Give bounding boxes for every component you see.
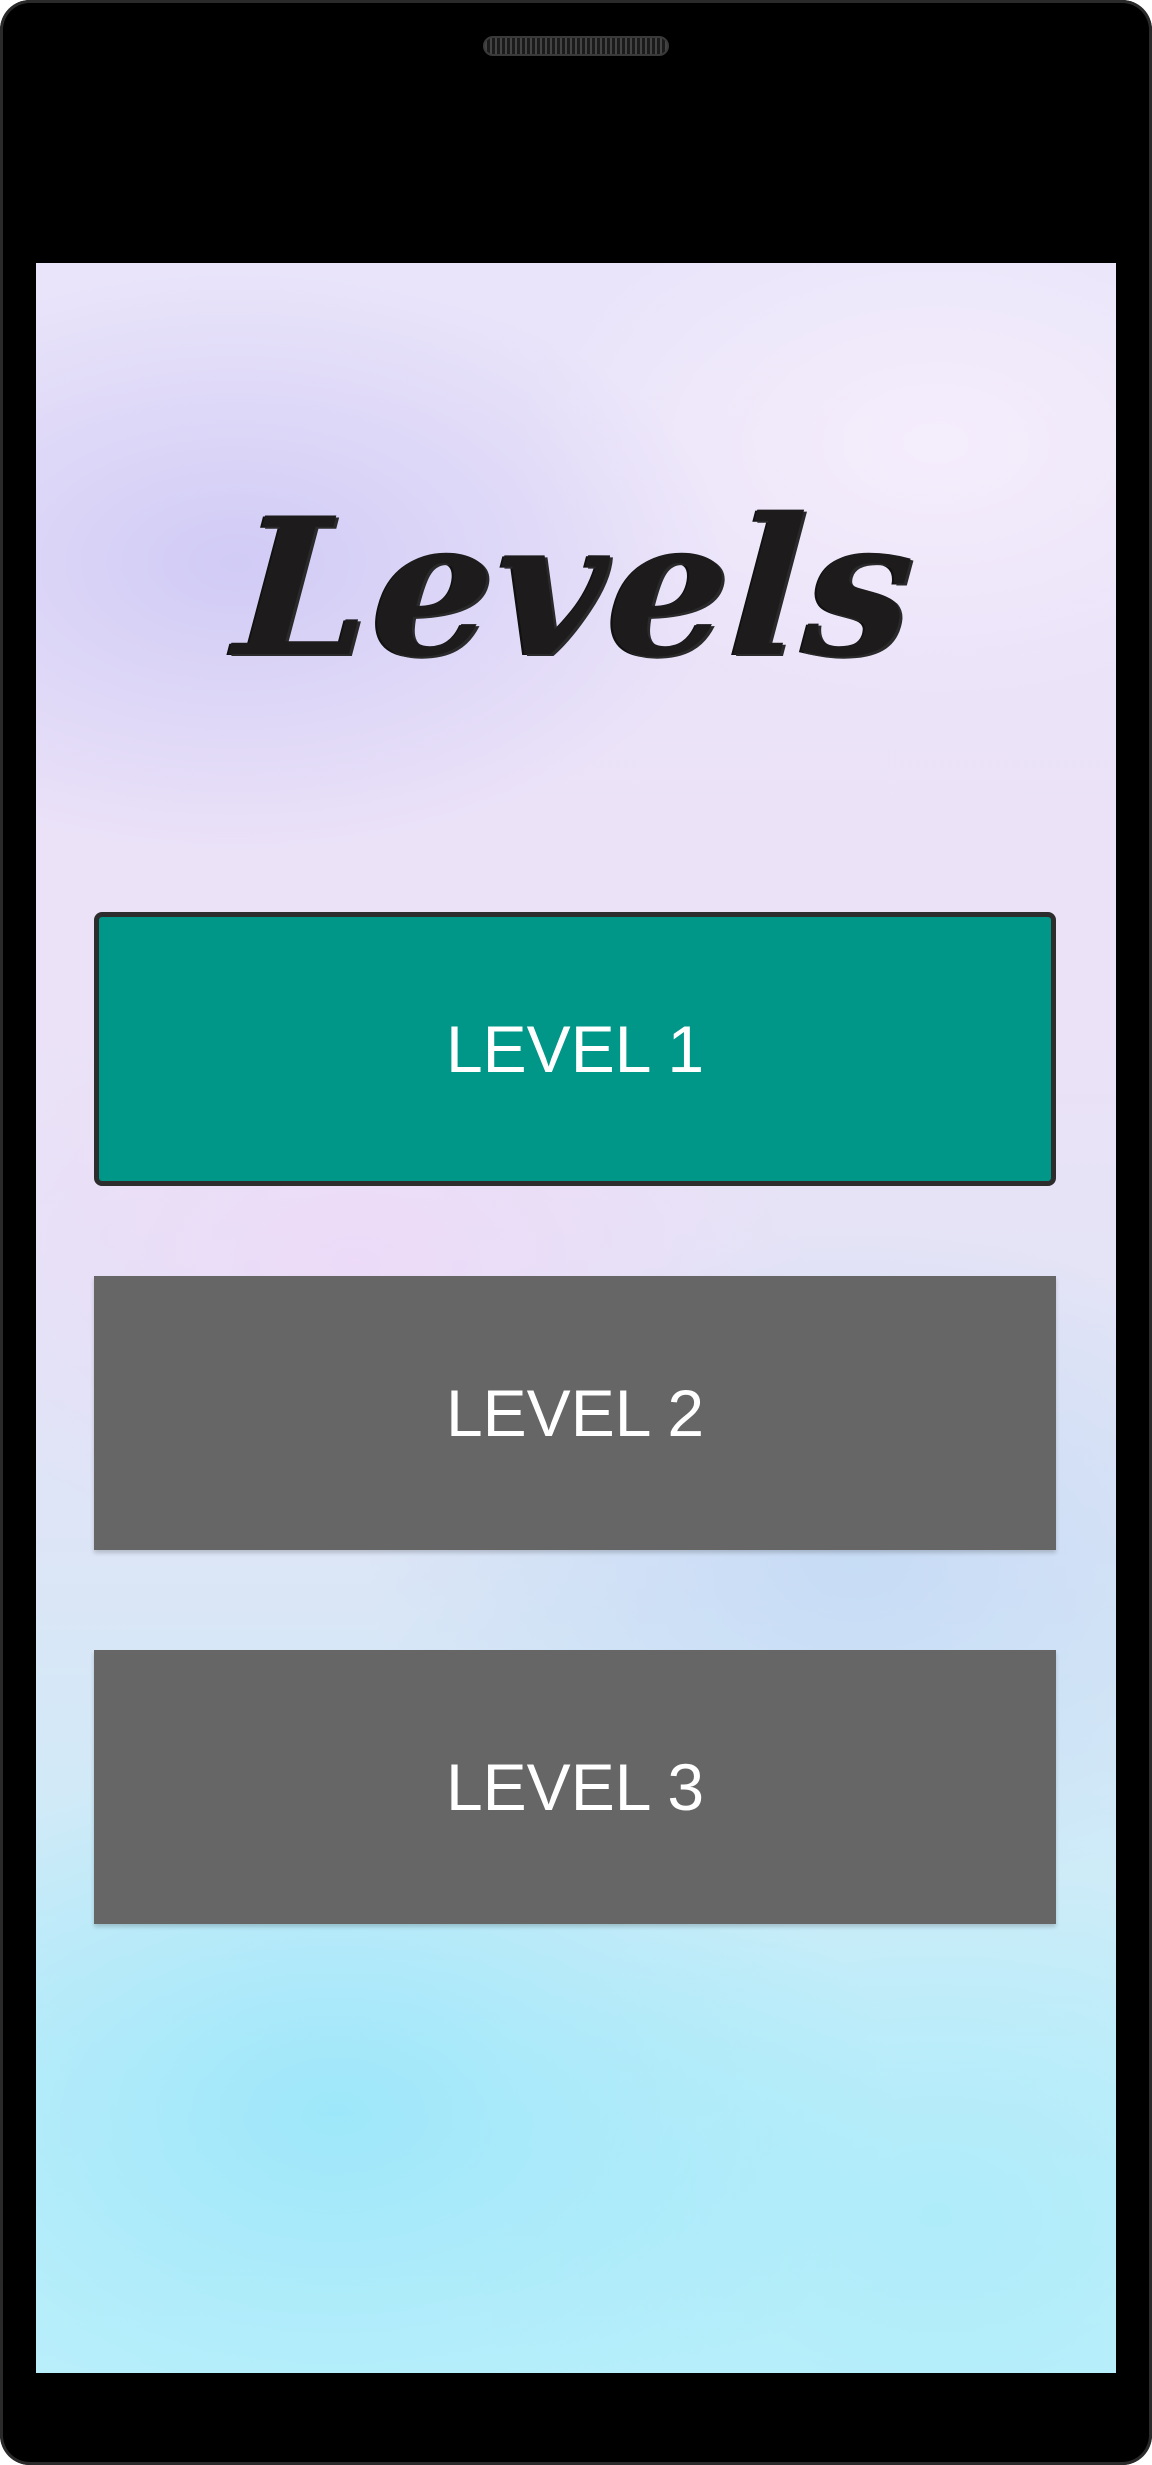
app-screen: Levels LEVEL 1 LEVEL 2 LEVEL 3 <box>36 263 1116 2373</box>
level-1-button[interactable]: LEVEL 1 <box>94 912 1056 1186</box>
level-3-label: LEVEL 3 <box>445 1750 705 1824</box>
level-2-label: LEVEL 2 <box>445 1376 705 1450</box>
device-frame: Levels LEVEL 1 LEVEL 2 LEVEL 3 <box>0 0 1152 2465</box>
level-1-label: LEVEL 1 <box>445 1012 705 1086</box>
speaker-grille <box>483 36 669 56</box>
level-3-button[interactable]: LEVEL 3 <box>94 1650 1056 1924</box>
level-2-button[interactable]: LEVEL 2 <box>94 1276 1056 1550</box>
page-title: Levels <box>229 476 923 699</box>
